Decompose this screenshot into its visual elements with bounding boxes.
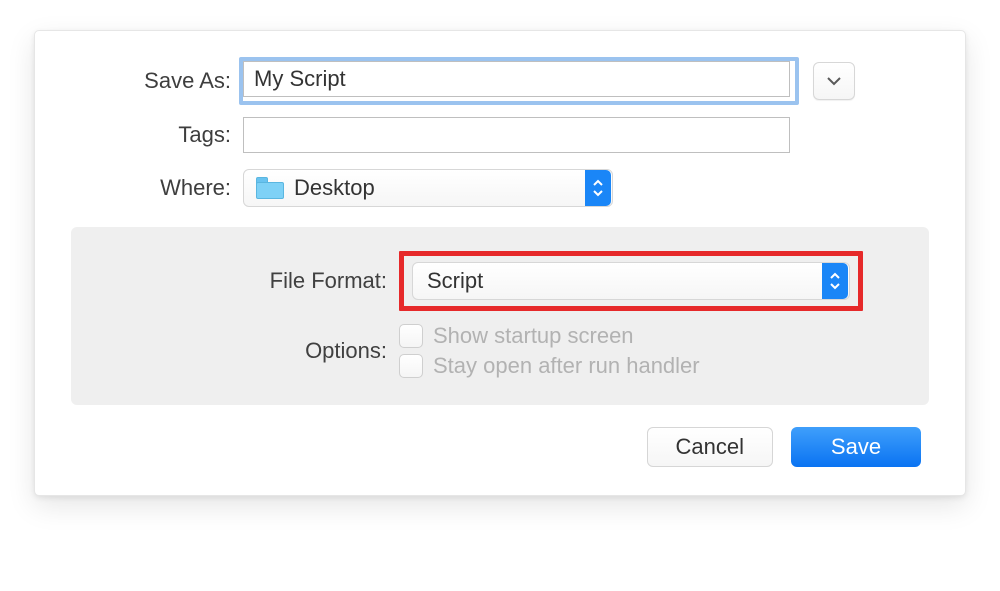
show-startup-checkbox[interactable]	[399, 324, 423, 348]
options-label: Options:	[101, 338, 399, 364]
tags-row: Tags:	[71, 117, 929, 153]
cancel-button[interactable]: Cancel	[647, 427, 773, 467]
file-format-label: File Format:	[101, 268, 399, 294]
options-row: Options: Show startup screen Stay open a…	[101, 323, 899, 379]
stay-open-text: Stay open after run handler	[433, 353, 700, 379]
where-row: Where: Desktop	[71, 169, 929, 207]
file-format-highlight: Script	[399, 251, 863, 311]
show-startup-text: Show startup screen	[433, 323, 634, 349]
save-as-input[interactable]	[243, 61, 790, 97]
tags-input[interactable]	[243, 117, 790, 153]
option-stay-open: Stay open after run handler	[399, 353, 700, 379]
save-dialog: Save As: Tags: Where: Desktop	[34, 30, 966, 496]
save-as-label: Save As:	[71, 68, 243, 94]
expand-dialog-button[interactable]	[813, 62, 855, 100]
chevron-down-icon	[826, 76, 842, 86]
file-format-value: Script	[427, 268, 822, 294]
file-format-row: File Format: Script	[101, 251, 899, 311]
stay-open-checkbox[interactable]	[399, 354, 423, 378]
updown-stepper-icon	[585, 170, 611, 206]
save-as-row: Save As:	[71, 61, 929, 101]
options-panel: File Format: Script Options: Show startu…	[71, 227, 929, 405]
tags-label: Tags:	[71, 122, 243, 148]
where-value: Desktop	[294, 175, 585, 201]
folder-icon	[256, 177, 284, 199]
file-format-dropdown[interactable]: Script	[412, 262, 850, 300]
updown-stepper-icon	[822, 263, 848, 299]
dialog-footer: Cancel Save	[71, 427, 929, 467]
option-show-startup: Show startup screen	[399, 323, 700, 349]
save-button[interactable]: Save	[791, 427, 921, 467]
where-dropdown[interactable]: Desktop	[243, 169, 613, 207]
where-label: Where:	[71, 175, 243, 201]
